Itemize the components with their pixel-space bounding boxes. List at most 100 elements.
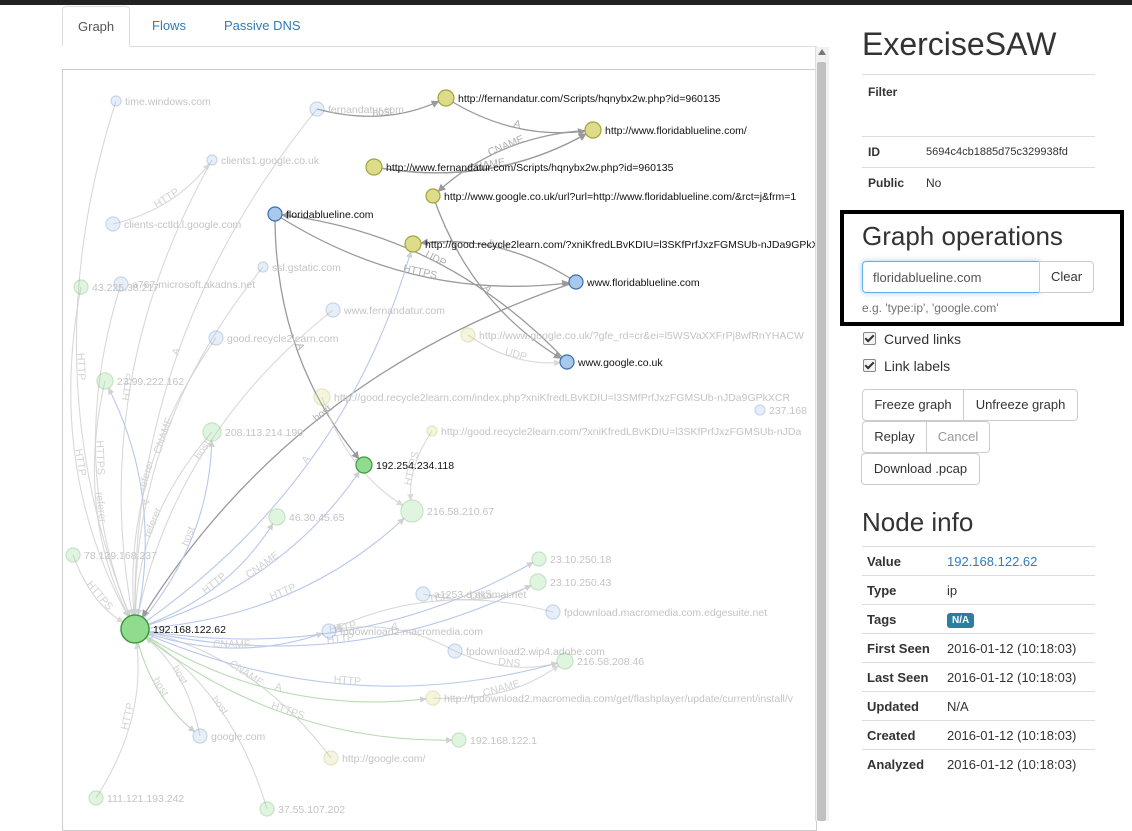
graph-node[interactable] (355, 456, 373, 474)
graph-node-label[interactable]: www.google.co.uk (577, 357, 663, 369)
graph-node[interactable] (404, 235, 422, 253)
graph-node-label[interactable]: http://fpdownload2.macromedia.com/get/fl… (444, 693, 794, 705)
graph-node-label[interactable]: www.fernandatur.com (343, 305, 445, 317)
graph-node[interactable] (531, 551, 547, 567)
graph-search-input[interactable] (862, 261, 1040, 293)
tab-flows[interactable]: Flows (137, 6, 201, 46)
graph-node-label[interactable]: 192.168.122.1 (470, 735, 537, 747)
graph-node[interactable] (460, 327, 476, 343)
node-info-row: Value 192.168.122.62 (862, 546, 1095, 576)
graph-node-label[interactable]: time.windows.com (125, 96, 211, 108)
clear-button[interactable]: Clear (1039, 261, 1094, 293)
graph-node-label[interactable]: 78.129.168.237 (84, 550, 157, 562)
curved-links-checkbox[interactable]: Curved links (863, 331, 961, 347)
graph-node-label[interactable]: 192.168.122.62 (153, 624, 226, 636)
graph-node[interactable] (192, 728, 208, 744)
graph-node-label[interactable]: a1253.d.akamai.net (434, 589, 526, 601)
graph-node[interactable] (545, 604, 561, 620)
checkbox-checked-icon[interactable] (863, 332, 876, 345)
graph-scroll-thumb[interactable] (817, 62, 826, 821)
graph-node-label[interactable]: 23.10.250.18 (550, 554, 611, 566)
graph-node[interactable] (529, 573, 547, 591)
graph-canvas[interactable]: host A CNAME CNAME A HTTPS Ahost host A UDP HTTP HT… (62, 69, 817, 831)
replay-button[interactable]: Replay (862, 421, 927, 453)
link-labels-checkbox[interactable]: Link labels (863, 358, 950, 374)
graph-node[interactable] (415, 586, 431, 602)
graph-node-label[interactable]: 23.99.222.162 (117, 376, 184, 388)
graph-node-label[interactable]: 23.10.250.43 (550, 577, 611, 589)
graph-node-label[interactable]: floridablueline.com (286, 209, 374, 221)
graph-node[interactable] (451, 732, 467, 748)
graph-node[interactable] (425, 188, 441, 204)
graph-node-label[interactable]: google.com (211, 731, 266, 743)
tab-passive-dns[interactable]: Passive DNS (209, 6, 316, 46)
graph-node[interactable] (208, 330, 224, 346)
graph-node[interactable] (754, 404, 766, 416)
graph-node-label[interactable]: http://www.google.co.uk/url?url=http://w… (444, 191, 796, 203)
graph-node-label[interactable]: 46.30.45.65 (289, 512, 345, 524)
graph-node-label[interactable]: clients1.google.co.uk (221, 155, 320, 167)
graph-svg[interactable]: hostACNAMECNAMEAHTTPSAhosthostAUDPHTTPHT… (63, 70, 816, 830)
graph-node[interactable] (447, 643, 463, 659)
graph-node[interactable] (321, 623, 337, 639)
graph-node[interactable] (267, 206, 283, 222)
graph-node[interactable] (105, 216, 121, 232)
graph-node-label[interactable]: http://good.recycle2learn.com/?xniKfredL… (441, 426, 802, 438)
graph-node[interactable] (426, 425, 438, 437)
graph-node[interactable] (88, 790, 104, 806)
graph-node[interactable] (584, 121, 602, 139)
cancel-button[interactable]: Cancel (926, 421, 990, 453)
graph-node[interactable] (120, 614, 150, 644)
graph-node-label[interactable]: 192.254.234.118 (376, 460, 454, 472)
graph-node[interactable] (437, 89, 455, 107)
graph-node-label[interactable]: http://www.google.co.uk/?gfe_rd=cr&ei=l5… (479, 330, 804, 342)
graph-node-label[interactable]: www.floridablueline.com (586, 277, 700, 289)
graph-node[interactable] (257, 261, 269, 273)
graph-node[interactable] (202, 422, 222, 442)
graph-node[interactable] (556, 652, 574, 670)
graph-node-label[interactable]: 37.55.107.202 (278, 804, 345, 816)
graph-node-label[interactable]: 43.225.38.217 (92, 282, 159, 294)
graph-node[interactable] (325, 302, 341, 318)
graph-node-label[interactable]: http://good.recycle2learn.com/index.php?… (334, 392, 790, 404)
graph-node[interactable] (313, 388, 331, 406)
graph-node[interactable] (110, 95, 122, 107)
graph-node-label[interactable]: 208.113.214.190 (225, 427, 303, 439)
graph-node[interactable] (268, 508, 286, 526)
graph-node-label[interactable]: good.recycle2learn.com (227, 333, 339, 345)
graph-node-label[interactable]: http://google.com/ (342, 753, 426, 765)
graph-node-label[interactable]: http://www.fernandatur.com/Scripts/hqnyb… (386, 162, 674, 174)
graph-node[interactable] (65, 547, 81, 563)
graph-node[interactable] (365, 158, 383, 176)
graph-node[interactable] (206, 154, 218, 166)
graph-node-label[interactable]: 216.58.208.46 (577, 656, 644, 668)
graph-node[interactable] (96, 372, 114, 390)
graph-link (146, 636, 268, 810)
graph-node-label[interactable]: fernandatur.com (328, 104, 404, 116)
graph-node[interactable] (425, 690, 441, 706)
graph-node[interactable] (400, 499, 424, 523)
graph-node[interactable] (559, 354, 575, 370)
download-pcap-button[interactable]: Download .pcap (861, 453, 980, 485)
graph-node[interactable] (309, 101, 325, 117)
graph-node[interactable] (323, 750, 339, 766)
graph-node-label[interactable]: 216.58.210.67 (427, 506, 494, 518)
graph-node[interactable] (73, 279, 89, 295)
graph-node-label[interactable]: fpdownload2.macromedia.com (340, 626, 483, 638)
graph-node-label[interactable]: http://fernandatur.com/Scripts/hqnybx2w.… (458, 93, 721, 105)
graph-node-label[interactable]: fpdownload.macromedia.com.edgesuite.net (564, 607, 767, 619)
graph-node[interactable] (568, 274, 584, 290)
graph-node-label[interactable]: 237.168 (769, 405, 807, 417)
unfreeze-graph-button[interactable]: Unfreeze graph (963, 389, 1078, 421)
graph-node[interactable] (259, 801, 275, 817)
scroll-up-arrow-icon[interactable] (818, 49, 826, 55)
freeze-graph-button[interactable]: Freeze graph (862, 389, 964, 421)
graph-node-label[interactable]: 111.121.193.242 (107, 793, 184, 805)
graph-node-label[interactable]: http://www.floridablueline.com/ (605, 125, 747, 137)
graph-node-label[interactable]: http://good.recycle2learn.com/?xniKfredL… (425, 239, 816, 251)
graph-node-label[interactable]: clients-cctld.l.google.com (124, 219, 242, 231)
tab-graph[interactable]: Graph (62, 6, 131, 47)
node-value-link[interactable]: 192.168.122.62 (942, 546, 1095, 576)
checkbox-checked-icon[interactable] (863, 359, 876, 372)
graph-node-label[interactable]: ssl.gstatic.com (272, 262, 341, 274)
